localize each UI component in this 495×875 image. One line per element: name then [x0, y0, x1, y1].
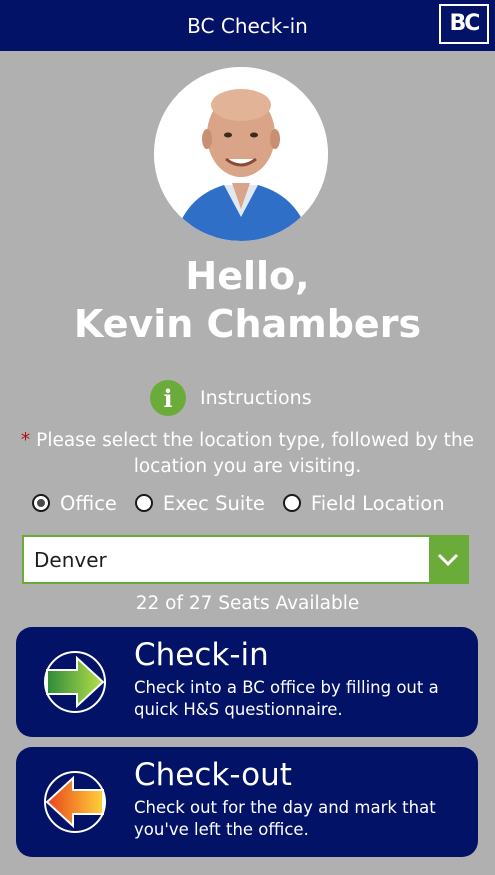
avatar-photo: [154, 67, 328, 241]
check-in-description: Check into a BC office by filling out a …: [134, 678, 439, 719]
check-out-title[interactable]: Check-out: [134, 755, 454, 795]
check-in-button[interactable]: Check-in Check into a BC office by filli…: [16, 627, 478, 737]
check-out-button[interactable]: Check-out Check out for the day and mark…: [16, 747, 478, 857]
check-out-arrow-icon: [16, 747, 134, 857]
location-dropdown[interactable]: Denver: [22, 535, 469, 584]
required-marker: *: [20, 430, 31, 451]
radio-office[interactable]: Office: [32, 492, 117, 515]
radio-office-circle[interactable]: [32, 494, 50, 512]
instructions-label[interactable]: Instructions: [200, 387, 312, 409]
avatar: [154, 67, 328, 241]
bc-logo-text: BC: [449, 10, 481, 36]
greeting-heading: Hello, Kevin Chambers: [0, 252, 495, 348]
radio-exec-suite-label[interactable]: Exec Suite: [163, 492, 265, 515]
user-name: Kevin Chambers: [73, 302, 422, 346]
app-title: BC Check-in: [187, 13, 308, 38]
location-prompt: * Please select the location type, follow…: [10, 428, 485, 480]
greeting-text: Hello,: [185, 254, 310, 298]
radio-exec-suite[interactable]: Exec Suite: [134, 492, 265, 515]
location-dropdown-value[interactable]: Denver: [24, 548, 429, 572]
info-icon[interactable]: i: [150, 380, 186, 416]
bc-logo: BC: [439, 4, 489, 44]
check-in-arrow-icon: [16, 627, 134, 737]
app-header: BC Check-in BC: [0, 0, 495, 51]
radio-field-location-label[interactable]: Field Location: [311, 492, 445, 515]
instructions-link[interactable]: i Instructions: [150, 380, 312, 416]
chevron-down-icon[interactable]: [429, 537, 467, 582]
location-prompt-text: Please select the location type, followe…: [36, 430, 475, 477]
check-out-description: Check out for the day and mark that you'…: [134, 798, 436, 839]
radio-exec-suite-circle[interactable]: [134, 494, 153, 512]
location-type-radio-group: Office Exec Suite Field Location: [32, 489, 463, 517]
seats-available: 22 of 27 Seats Available: [135, 593, 360, 614]
check-in-title[interactable]: Check-in: [134, 635, 454, 675]
radio-field-location-circle[interactable]: [282, 494, 301, 512]
radio-field-location[interactable]: Field Location: [282, 492, 445, 515]
radio-office-label[interactable]: Office: [60, 492, 117, 515]
